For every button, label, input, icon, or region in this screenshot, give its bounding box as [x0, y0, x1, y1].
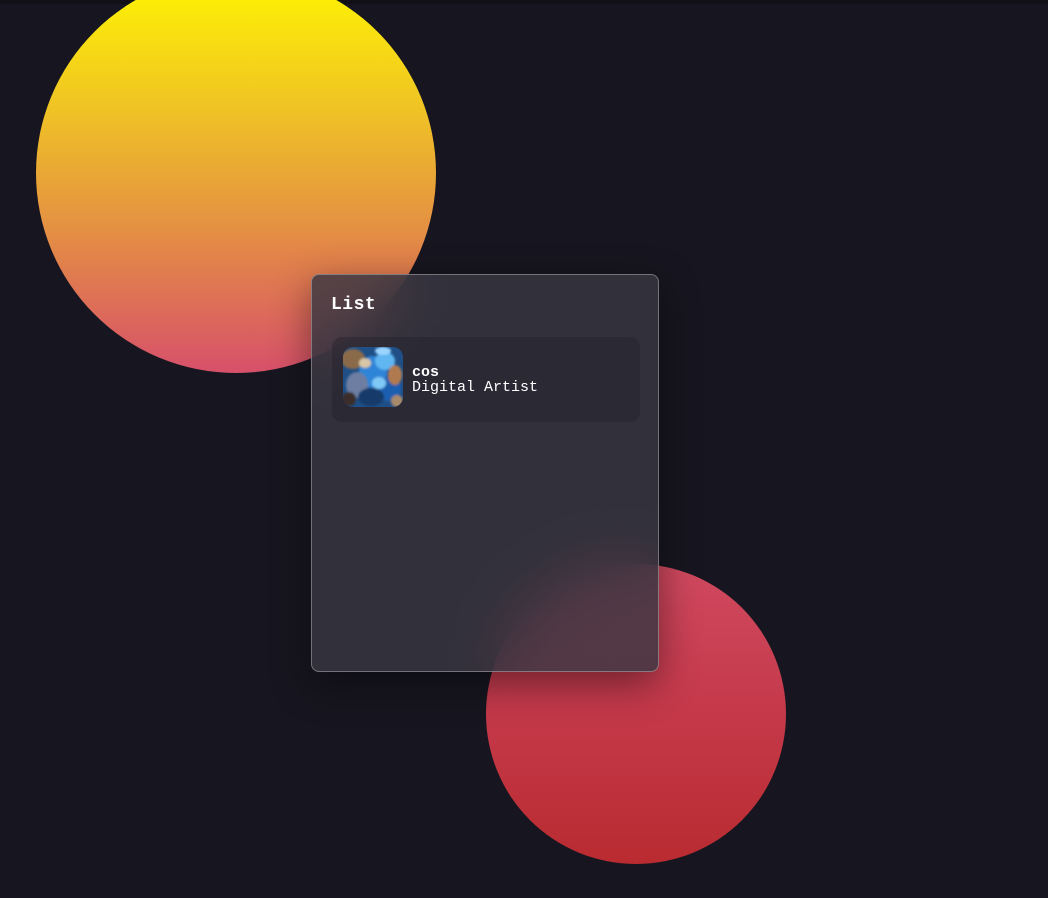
list-item-role: Digital Artist	[412, 379, 539, 396]
list-item-name: cos	[412, 364, 440, 381]
avatar	[343, 347, 403, 407]
list-item[interactable]: cos Digital Artist	[332, 337, 640, 422]
list-card-title: List	[331, 295, 377, 315]
list-card: List cos Digital Artist	[311, 274, 659, 672]
avatar-artwork-image	[343, 347, 403, 407]
